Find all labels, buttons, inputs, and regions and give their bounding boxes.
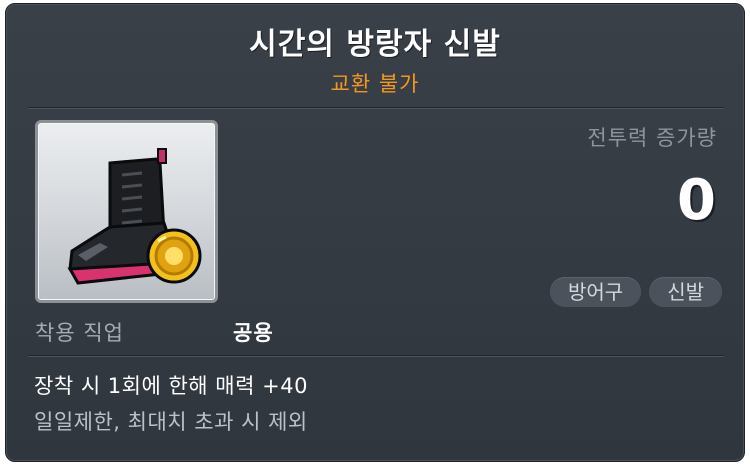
tag-shoes: 신발 xyxy=(649,277,722,307)
boots-with-coin-icon xyxy=(67,148,202,285)
item-name: 시간의 방랑자 신발 xyxy=(249,27,501,62)
job-requirement-value: 공용 xyxy=(233,321,274,345)
item-tooltip: 시간의 방랑자 신발 교환 불가 전투력 증가량 0 방어구 신발 착용 직업 … xyxy=(5,3,745,462)
item-tags: 방어구 신발 xyxy=(549,277,722,307)
combat-power-value: 0 xyxy=(677,168,716,233)
job-requirement-label: 착용 직업 xyxy=(35,321,124,345)
item-effect-note: 일일제한, 최대치 초과 시 제외 xyxy=(34,410,308,434)
tag-armor: 방어구 xyxy=(549,277,642,307)
divider xyxy=(28,355,724,357)
combat-power-label: 전투력 증가량 xyxy=(587,126,717,150)
item-effect-text: 장착 시 1회에 한해 매력 +40 xyxy=(34,374,308,398)
trade-status: 교환 불가 xyxy=(330,72,420,96)
divider xyxy=(28,107,724,109)
item-icon-frame xyxy=(35,120,218,303)
